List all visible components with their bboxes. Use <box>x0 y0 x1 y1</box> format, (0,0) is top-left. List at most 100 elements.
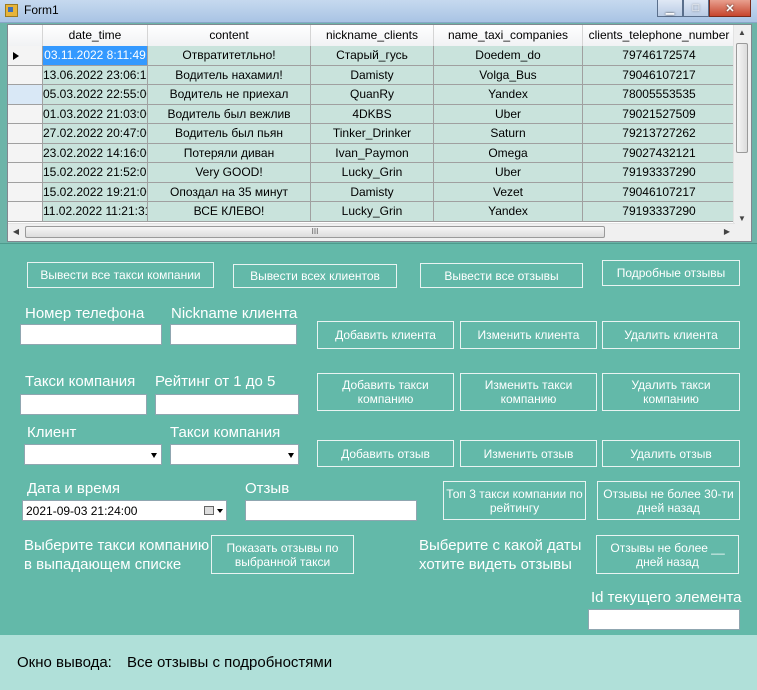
table-cell[interactable]: ВСЕ КЛЕВО! <box>148 202 311 222</box>
minimize-button[interactable]: ▁ <box>657 0 683 17</box>
calendar-icon[interactable] <box>204 506 214 515</box>
detailed-reviews-button[interactable]: Подробные отзывы <box>602 260 740 286</box>
table-cell[interactable]: Потеряли диван <box>148 143 311 163</box>
reviews-n-days-button[interactable]: Отзывы не более __ дней назад <box>596 535 739 574</box>
add-review-button[interactable]: Добавить отзыв <box>317 440 454 467</box>
rating-input[interactable] <box>155 394 299 415</box>
show-reviews-by-taxi-button[interactable]: Показать отзывы по выбранной такси <box>211 535 354 574</box>
table-cell[interactable]: Volga_Bus <box>434 65 583 85</box>
table-cell[interactable]: Very GOOD! <box>148 163 311 183</box>
row-header[interactable] <box>8 124 43 144</box>
table-cell[interactable]: Lucky_Grin <box>311 202 434 222</box>
horizontal-scrollbar[interactable]: ◀ III ▶ <box>8 223 735 241</box>
row-header[interactable] <box>8 85 43 105</box>
scroll-down-icon[interactable]: ▼ <box>734 214 750 223</box>
table-cell[interactable]: 23.02.2022 14:16:00 <box>43 143 148 163</box>
table-cell[interactable]: 27.02.2022 20:47:00 <box>43 124 148 144</box>
table-cell[interactable]: 01.03.2022 21:03:00 <box>43 104 148 124</box>
phone-input[interactable] <box>20 324 162 345</box>
table-cell[interactable]: Отвратитетльно! <box>148 46 311 66</box>
table-cell[interactable]: 03.11.2022 8:11:49 <box>43 46 148 66</box>
table-cell[interactable]: 79027432121 <box>583 143 736 163</box>
table-cell[interactable]: 79213727262 <box>583 124 736 144</box>
taxi-company-select[interactable] <box>170 444 299 465</box>
vertical-scrollbar[interactable]: ▲ ▼ <box>733 25 751 225</box>
table-row[interactable]: 15.02.2022 21:52:01 Very GOOD! Lucky_Grin U… <box>8 163 736 183</box>
table-cell[interactable]: 79046107217 <box>583 65 736 85</box>
table-cell[interactable]: Lucky_Grin <box>311 163 434 183</box>
table-cell[interactable]: 15.02.2022 19:21:00 <box>43 182 148 202</box>
table-cell[interactable]: Uber <box>434 104 583 124</box>
table-cell[interactable]: Старый_гусь <box>311 46 434 66</box>
column-header[interactable]: content <box>148 25 311 46</box>
show-all-clients-button[interactable]: Вывести всех клиентов <box>233 264 397 288</box>
table-row[interactable]: 23.02.2022 14:16:00 Потеряли диван Ivan_Pa… <box>8 143 736 163</box>
table-cell[interactable]: 05.03.2022 22:55:00 <box>43 85 148 105</box>
table-cell[interactable]: Damisty <box>311 182 434 202</box>
nickname-input[interactable] <box>170 324 297 345</box>
table-row[interactable]: 01.03.2022 21:03:00 Водитель был вежлив 4D… <box>8 104 736 124</box>
table-cell[interactable]: 79046107217 <box>583 182 736 202</box>
table-cell[interactable]: 79193337290 <box>583 202 736 222</box>
delete-client-button[interactable]: Удалить клиента <box>602 321 740 349</box>
maximize-button[interactable]: □ <box>683 0 709 17</box>
table-cell[interactable]: Doedem_do <box>434 46 583 66</box>
add-taxi-button[interactable]: Добавить такси компанию <box>317 373 454 411</box>
table-cell[interactable]: 4DKBS <box>311 104 434 124</box>
column-header[interactable]: name_taxi_companies <box>434 25 583 46</box>
column-header[interactable]: clients_telephone_number <box>583 25 736 46</box>
table-cell[interactable]: Yandex <box>434 85 583 105</box>
horizontal-scroll-thumb[interactable]: III <box>25 226 605 238</box>
edit-client-button[interactable]: Изменить клиента <box>460 321 597 349</box>
table-row[interactable]: 03.11.2022 8:11:49 Отвратитетльно! Старый_… <box>8 46 736 66</box>
reviews-30-days-button[interactable]: Отзывы не более 30-ти дней назад <box>597 481 740 520</box>
table-cell[interactable]: Водитель был пьян <box>148 124 311 144</box>
current-id-input[interactable] <box>588 609 740 630</box>
row-header[interactable] <box>8 143 43 163</box>
taxi-company-input[interactable] <box>20 394 147 415</box>
row-header[interactable] <box>8 65 43 85</box>
scroll-right-icon[interactable]: ▶ <box>719 227 735 236</box>
show-all-reviews-button[interactable]: Вывести все отзывы <box>420 263 583 288</box>
table-row[interactable]: 15.02.2022 19:21:00 Опоздал на 35 минут Da… <box>8 182 736 202</box>
close-button[interactable]: ✕ <box>709 0 751 17</box>
add-client-button[interactable]: Добавить клиента <box>317 321 454 349</box>
table-row[interactable]: 13.06.2022 23:06:12 Водитель нахамил! Dami… <box>8 65 736 85</box>
table-cell[interactable]: 11.02.2022 11:21:31 <box>43 202 148 222</box>
table-row[interactable]: 05.03.2022 22:55:00 Водитель не приехал Qu… <box>8 85 736 105</box>
datetime-picker[interactable]: 2021-09-03 21:24:00 <box>22 500 227 521</box>
table-cell[interactable]: Damisty <box>311 65 434 85</box>
table-cell[interactable]: 79746172574 <box>583 46 736 66</box>
scroll-up-icon[interactable]: ▲ <box>734 28 750 37</box>
row-header[interactable] <box>8 182 43 202</box>
table-row[interactable]: 27.02.2022 20:47:00 Водитель был пьян Tink… <box>8 124 736 144</box>
delete-review-button[interactable]: Удалить отзыв <box>602 440 740 467</box>
table-cell[interactable]: Saturn <box>434 124 583 144</box>
delete-taxi-button[interactable]: Удалить такси компанию <box>602 373 740 411</box>
row-header[interactable] <box>8 104 43 124</box>
table-cell[interactable]: 78005553535 <box>583 85 736 105</box>
table-cell[interactable]: Водитель не приехал <box>148 85 311 105</box>
scroll-left-icon[interactable]: ◀ <box>8 227 24 236</box>
review-input[interactable] <box>245 500 417 521</box>
table-cell[interactable]: Yandex <box>434 202 583 222</box>
table-cell[interactable]: Uber <box>434 163 583 183</box>
edit-taxi-button[interactable]: Изменить такси компанию <box>460 373 597 411</box>
data-grid[interactable]: date_time content nickname_clients name_… <box>7 24 752 242</box>
table-cell[interactable]: 79021527509 <box>583 104 736 124</box>
table-cell[interactable]: Опоздал на 35 минут <box>148 182 311 202</box>
column-header[interactable]: date_time <box>43 25 148 46</box>
table-cell[interactable]: 15.02.2022 21:52:01 <box>43 163 148 183</box>
top3-taxi-button[interactable]: Топ 3 такси компании по рейтингу <box>443 481 586 520</box>
table-cell[interactable]: Водитель был вежлив <box>148 104 311 124</box>
show-all-taxi-button[interactable]: Вывести все такси компании <box>27 262 214 288</box>
table-cell[interactable]: Tinker_Drinker <box>311 124 434 144</box>
table-cell[interactable]: 79193337290 <box>583 163 736 183</box>
row-header[interactable] <box>8 46 43 66</box>
table-cell[interactable]: Vezet <box>434 182 583 202</box>
table-cell[interactable]: Omega <box>434 143 583 163</box>
table-cell[interactable]: QuanRy <box>311 85 434 105</box>
vertical-scroll-thumb[interactable] <box>736 43 748 153</box>
edit-review-button[interactable]: Изменить отзыв <box>460 440 597 467</box>
table-row[interactable]: 11.02.2022 11:21:31 ВСЕ КЛЕВО! Lucky_Grin Y… <box>8 202 736 222</box>
